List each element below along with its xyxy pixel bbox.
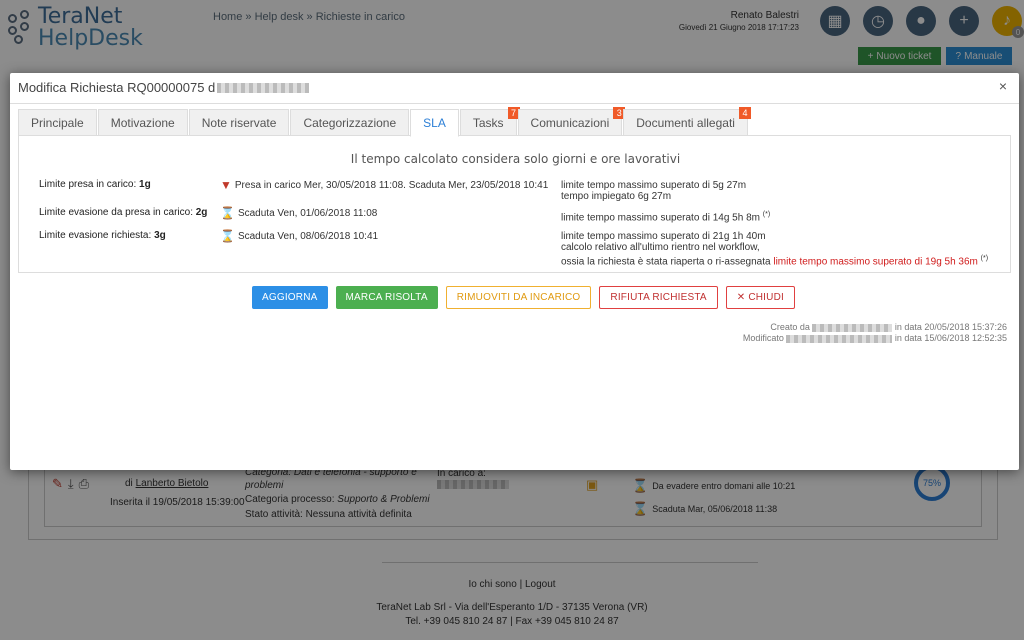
- sla-limit-label: Limite evasione richiesta: 3g: [39, 230, 166, 241]
- tab-label: Motivazione: [110, 115, 175, 130]
- tab-sla[interactable]: SLA: [410, 109, 459, 137]
- modal-title: Modifica Richiesta RQ00000075 d: [18, 80, 310, 95]
- tab-principale[interactable]: Principale: [18, 109, 97, 135]
- sla-status: ⌛ Scaduta Ven, 08/06/2018 10:41: [220, 229, 379, 243]
- modal-tabs: Principale Motivazione Note riservate Ca…: [18, 107, 1011, 137]
- sla-detail-line: limite tempo massimo superato di 5g 27m: [561, 180, 747, 191]
- sla-status-text: Scaduta Ven, 08/06/2018 10:41: [237, 231, 379, 242]
- redacted-requester: [217, 82, 310, 93]
- mark-resolved-button[interactable]: MARCA RISOLTA: [335, 286, 438, 309]
- sla-status: ⌛ Scaduta Ven, 01/06/2018 11:08: [220, 206, 378, 220]
- sla-value: 1g: [139, 179, 151, 190]
- tab-label: Categorizzazione: [303, 115, 397, 130]
- modal-actions: AGGIORNA MARCA RISOLTA RIMUOVITI DA INCA…: [252, 286, 795, 309]
- sla-detail-line: tempo impiegato 6g 27m: [561, 191, 672, 202]
- tab-label: SLA: [423, 116, 446, 130]
- redacted-modifier: [786, 334, 893, 343]
- sla-detail: limite tempo massimo superato di 5g 27m …: [561, 180, 746, 202]
- tab-documenti-allegati[interactable]: Documenti allegati 4: [623, 107, 751, 135]
- hourglass-red-icon: ⌛: [220, 206, 235, 220]
- remove-assignment-button[interactable]: RIMUOVITI DA INCARICO: [445, 286, 592, 309]
- sla-detail-line: calcolo relativo all'ultimo rientro nel …: [561, 242, 760, 253]
- sla-header: Il tempo calcolato considera solo giorni…: [350, 152, 681, 166]
- hourglass-red-icon: ⌛: [220, 229, 235, 243]
- created-date: in data 20/05/2018 15:37:26: [894, 322, 1007, 332]
- created-prefix: Creato da: [770, 322, 810, 332]
- modal-divider: [10, 103, 1019, 104]
- thumbs-down-icon: ▼: [220, 178, 232, 192]
- sla-value: 3g: [154, 230, 166, 241]
- sla-label-text: Limite presa in carico:: [39, 179, 140, 190]
- x-icon: ✕: [736, 292, 749, 303]
- sla-limit-label: Limite presa in carico: 1g: [39, 179, 151, 190]
- modified-date: in data 15/06/2018 12:52:35: [894, 333, 1007, 343]
- sla-exceeded-text: limite tempo massimo superato di 19g 5h …: [773, 256, 978, 268]
- sla-detail-line: ossia la richiesta è stata riaperta o ri…: [561, 256, 774, 268]
- tab-label: Documenti allegati: [636, 115, 735, 130]
- tab-comunicazioni[interactable]: Comunicazioni 3: [517, 107, 626, 135]
- tab-tasks[interactable]: Tasks 7: [459, 107, 520, 135]
- update-button[interactable]: AGGIORNA: [252, 286, 328, 309]
- tab-note-riservate[interactable]: Note riservate: [188, 109, 290, 135]
- tab-motivazione[interactable]: Motivazione: [97, 109, 188, 135]
- close-button[interactable]: ✕ CHIUDI: [725, 286, 795, 309]
- tab-label: Comunicazioni: [530, 115, 610, 130]
- sla-value: 2g: [195, 207, 208, 218]
- edit-request-modal: Modifica Richiesta RQ00000075 d × Princi…: [10, 73, 1019, 470]
- tab-label: Principale: [31, 115, 84, 130]
- reject-request-button[interactable]: RIFIUTA RICHIESTA: [599, 286, 718, 309]
- close-label: CHIUDI: [748, 292, 784, 303]
- sla-label-text: Limite evasione richiesta:: [39, 230, 155, 241]
- tab-categorizzazione[interactable]: Categorizzazione: [290, 109, 410, 135]
- tab-label: Tasks: [472, 115, 504, 130]
- modified-prefix: Modificato: [742, 333, 784, 343]
- sla-detail: limite tempo massimo superato di 21g 1h …: [561, 231, 988, 267]
- record-meta: Creato da in data 20/05/2018 15:37:26 Mo…: [743, 322, 1007, 344]
- sla-status-text: Presa in carico Mer, 30/05/2018 11:08. S…: [234, 180, 549, 191]
- footnote-mark: (*): [762, 211, 771, 218]
- sla-status: ▼ Presa in carico Mer, 30/05/2018 11:08. …: [220, 178, 549, 192]
- documenti-badge: 4: [738, 107, 751, 119]
- close-icon[interactable]: ×: [999, 78, 1007, 94]
- sla-detail-line: limite tempo massimo superato di 21g 1h …: [561, 231, 766, 242]
- tab-label: Note riservate: [201, 115, 277, 130]
- sla-status-text: Scaduta Ven, 01/06/2018 11:08: [237, 208, 378, 219]
- sla-detail: limite tempo massimo superato di 14g 5h …: [561, 209, 770, 223]
- sla-limit-label: Limite evasione da presa in carico: 2g: [39, 207, 207, 218]
- sla-panel: Il tempo calcolato considera solo giorni…: [18, 136, 1011, 273]
- footnote-mark: (*): [980, 255, 989, 262]
- sla-detail-line: limite tempo massimo superato di 14g 5h …: [561, 212, 763, 224]
- modal-title-text: Modifica Richiesta RQ00000075 d: [18, 80, 216, 95]
- redacted-creator: [812, 323, 893, 332]
- sla-label-text: Limite evasione da presa in carico:: [39, 207, 196, 218]
